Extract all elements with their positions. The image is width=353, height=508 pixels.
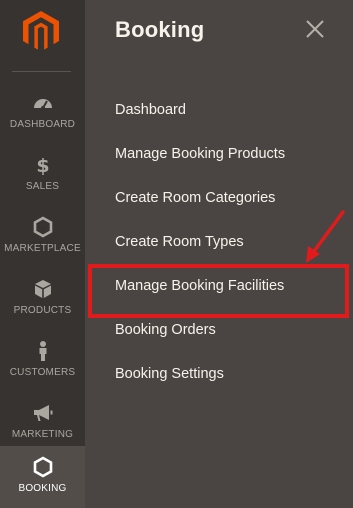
megaphone-icon [0, 402, 85, 428]
sidebar-item-label: MARKETING [11, 429, 74, 440]
dashboard-icon [0, 92, 85, 118]
sidebar-item-label: PRODUCTS [13, 305, 72, 316]
sidebar-item-label: BOOKING [18, 483, 67, 494]
sidebar-item-marketing[interactable]: MARKETING [0, 392, 85, 454]
panel-title: Booking [115, 17, 205, 42]
sidebar-item-label: MARKETPLACE [4, 243, 81, 254]
hexagon-icon [0, 216, 85, 242]
menu-item-booking-settings[interactable]: Booking Settings [85, 352, 353, 396]
sidebar-item-marketplace[interactable]: MARKETPLACE [0, 206, 85, 268]
magento-logo-icon[interactable] [23, 11, 59, 51]
sidebar-item-booking[interactable]: BOOKING [0, 446, 85, 508]
hexagon-icon [0, 456, 85, 482]
admin-sidebar: DASHBOARD $ SALES MARKETPLACE PRODUCTS C… [0, 0, 85, 508]
menu-item-booking-orders[interactable]: Booking Orders [85, 308, 353, 352]
sidebar-item-sales[interactable]: $ SALES [0, 144, 85, 206]
menu-item-create-room-categories[interactable]: Create Room Categories [85, 176, 353, 220]
booking-menu: Dashboard Manage Booking Products Create… [85, 88, 353, 396]
box-icon [0, 278, 85, 304]
menu-item-manage-booking-products[interactable]: Manage Booking Products [85, 132, 353, 176]
svg-text:$: $ [36, 155, 49, 176]
sidebar-item-label: SALES [25, 181, 60, 192]
sidebar-divider [12, 71, 71, 72]
admin-app: DASHBOARD $ SALES MARKETPLACE PRODUCTS C… [0, 0, 353, 508]
menu-item-manage-booking-facilities[interactable]: Manage Booking Facilities [85, 264, 353, 308]
person-icon [0, 340, 85, 366]
sidebar-item-label: CUSTOMERS [9, 367, 76, 378]
sidebar-item-customers[interactable]: CUSTOMERS [0, 330, 85, 392]
menu-item-dashboard[interactable]: Dashboard [85, 88, 353, 132]
close-icon[interactable] [304, 18, 326, 40]
sidebar-item-dashboard[interactable]: DASHBOARD [0, 82, 85, 144]
booking-submenu-panel: Booking Dashboard Manage Booking Product… [85, 0, 353, 508]
sidebar-item-label: DASHBOARD [9, 119, 76, 130]
sidebar-item-products[interactable]: PRODUCTS [0, 268, 85, 330]
dollar-icon: $ [0, 154, 85, 180]
menu-item-create-room-types[interactable]: Create Room Types [85, 220, 353, 264]
